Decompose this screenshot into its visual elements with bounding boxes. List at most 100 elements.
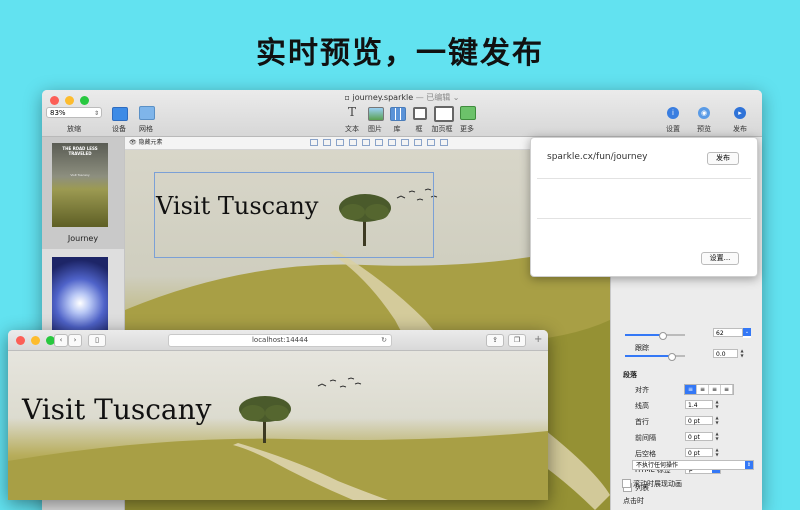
space-before-stepper[interactable]: ▲ ▼ — [714, 431, 720, 441]
more-button[interactable]: 更多 — [447, 124, 487, 134]
zoom-label: 放缩 — [67, 125, 81, 133]
publish-settings-button[interactable]: 设置... — [701, 252, 739, 265]
align-tool-icon[interactable] — [310, 139, 318, 146]
grid-button[interactable]: 网格 — [126, 124, 166, 134]
document-title: ▫ journey.sparkle — 已编辑 ⌄ — [344, 93, 460, 102]
space-before-field[interactable]: 0 pt — [685, 432, 713, 441]
align-label: 对齐 — [635, 386, 649, 394]
first-line-field[interactable]: 0 pt — [685, 416, 713, 425]
preview-button[interactable]: 预览 — [684, 124, 724, 134]
scroll-animation-label: 滚动时展现动画 — [633, 480, 682, 488]
address-bar[interactable]: localhost:14444 ↻ — [168, 334, 392, 347]
space-before-label: 前间隔 — [635, 434, 656, 442]
device-icon[interactable] — [112, 107, 128, 121]
editor-titlebar: ▫ journey.sparkle — 已编辑 ⌄ 83% ⇕ 放缩 设备 网格… — [42, 90, 762, 137]
new-tab-button[interactable]: + — [534, 334, 542, 345]
zoom-select[interactable]: 83% ⇕ — [46, 107, 102, 118]
space-after-field[interactable]: 0 pt — [685, 448, 713, 457]
document-icon: ▫ — [344, 93, 350, 102]
size-field[interactable]: 62 — [713, 328, 743, 337]
share-button[interactable]: ⇪ — [486, 334, 504, 347]
size-dropdown[interactable]: ⌄ — [743, 328, 751, 338]
align-tool-icon[interactable] — [388, 139, 396, 146]
box-icon[interactable] — [413, 107, 427, 120]
align-tool-icon[interactable] — [349, 139, 357, 146]
align-left-button[interactable]: ≡ — [685, 385, 697, 394]
paragraph-heading: 段落 — [623, 371, 637, 379]
align-justify-button[interactable]: ≡ — [721, 385, 733, 394]
align-tool-icon[interactable] — [440, 139, 448, 146]
more-icon[interactable] — [460, 106, 476, 120]
alignment-segmented-control: ≡ ≡ ≡ ≡ — [684, 384, 734, 395]
tabs-icon: ❐ — [513, 336, 521, 344]
chevron-down-icon: ⌄ — [743, 328, 751, 336]
chevron-updown-icon: ⇕ — [93, 110, 99, 117]
eye-icon[interactable]: ◉ — [698, 107, 710, 119]
scroll-animation-checkbox[interactable] — [622, 479, 631, 488]
back-button[interactable]: ‹ — [54, 334, 68, 347]
publish-arrow-icon[interactable]: ▸ — [734, 107, 746, 119]
publish-url: sparkle.cx/fun/journey — [547, 152, 648, 162]
browser-page-content: Visit Tuscany — [8, 351, 548, 500]
close-browser-button[interactable] — [16, 336, 25, 345]
align-tool-icon[interactable] — [427, 139, 435, 146]
publish-toolbar-button[interactable]: 发布 — [720, 124, 760, 134]
first-line-label: 首行 — [635, 418, 649, 426]
line-height-stepper[interactable]: ▲ ▼ — [714, 399, 720, 409]
browser-toolbar: ‹ › ▯ localhost:14444 ↻ ⇪ ❐ + — [8, 330, 548, 351]
align-tool-icon[interactable] — [414, 139, 422, 146]
page-label-journey: Journey — [67, 234, 99, 243]
align-tool-icon[interactable] — [401, 139, 409, 146]
align-tool-icon[interactable] — [323, 139, 331, 146]
text-icon[interactable]: T — [348, 105, 356, 119]
line-height-label: 线高 — [635, 402, 649, 410]
tracking-field[interactable]: 0.0 — [713, 349, 738, 358]
align-center-button[interactable]: ≡ — [697, 385, 709, 394]
alignment-tools — [310, 139, 448, 146]
tracking-stepper[interactable]: ▲ ▼ — [739, 348, 745, 358]
align-tool-icon[interactable] — [375, 139, 383, 146]
popover-divider — [537, 178, 751, 179]
sidebar-icon: ▯ — [95, 336, 99, 344]
canvas-title[interactable]: Visit Tuscany — [156, 192, 318, 220]
image-icon[interactable] — [368, 107, 384, 121]
hide-elements-toggle[interactable]: 👁 隐藏元素 — [129, 137, 163, 149]
tabs-button[interactable]: ❐ — [508, 334, 526, 347]
page-thumbnail-journey[interactable]: THE ROAD LESS TRAVELED Visit Tuscany — [52, 143, 108, 227]
publish-button[interactable]: 发布 — [707, 152, 739, 165]
page-thumbnail-2[interactable] — [52, 257, 108, 341]
browser-preview-window: ‹ › ▯ localhost:14444 ↻ ⇪ ❐ + Visit Tusc… — [8, 330, 548, 500]
library-icon[interactable] — [390, 107, 406, 121]
on-click-select[interactable]: 不执行任何操作 ⇕ — [632, 460, 754, 470]
share-icon: ⇪ — [492, 336, 498, 344]
browser-window-controls — [16, 336, 55, 345]
align-tool-icon[interactable] — [362, 139, 370, 146]
size-slider-fill — [625, 334, 661, 336]
first-line-stepper[interactable]: ▲ ▼ — [714, 415, 720, 425]
on-click-heading: 点击时 — [623, 497, 644, 505]
add-frame-icon[interactable] — [434, 106, 454, 122]
chevron-right-icon: › — [73, 336, 77, 344]
chevron-updown-icon: ⇕ — [745, 461, 753, 469]
info-icon[interactable]: i — [667, 107, 679, 119]
forward-button[interactable]: › — [68, 334, 82, 347]
eye-icon: 👁 — [129, 139, 139, 146]
reload-icon[interactable]: ↻ — [381, 335, 387, 346]
headline: 实时预览，一键发布 — [256, 36, 544, 71]
tracking-slider-knob[interactable] — [668, 353, 676, 361]
tracking-label: 跟踪 — [635, 344, 649, 352]
grid-icon[interactable] — [139, 106, 155, 120]
line-height-field[interactable]: 1.4 — [685, 400, 713, 409]
align-tool-icon[interactable] — [336, 139, 344, 146]
size-slider-knob[interactable] — [659, 332, 667, 340]
minimize-browser-button[interactable] — [31, 336, 40, 345]
popover-divider — [537, 218, 751, 219]
chevron-left-icon: ‹ — [59, 336, 63, 344]
space-after-label: 后空格 — [635, 450, 656, 458]
site-title[interactable]: Visit Tuscany — [22, 393, 211, 426]
tracking-slider-fill — [625, 355, 669, 357]
sidebar-toggle-button[interactable]: ▯ — [88, 334, 106, 347]
space-after-stepper[interactable]: ▲ ▼ — [714, 447, 720, 457]
align-right-button[interactable]: ≡ — [709, 385, 721, 394]
publish-popover: sparkle.cx/fun/journey 发布 设置... — [530, 137, 758, 277]
